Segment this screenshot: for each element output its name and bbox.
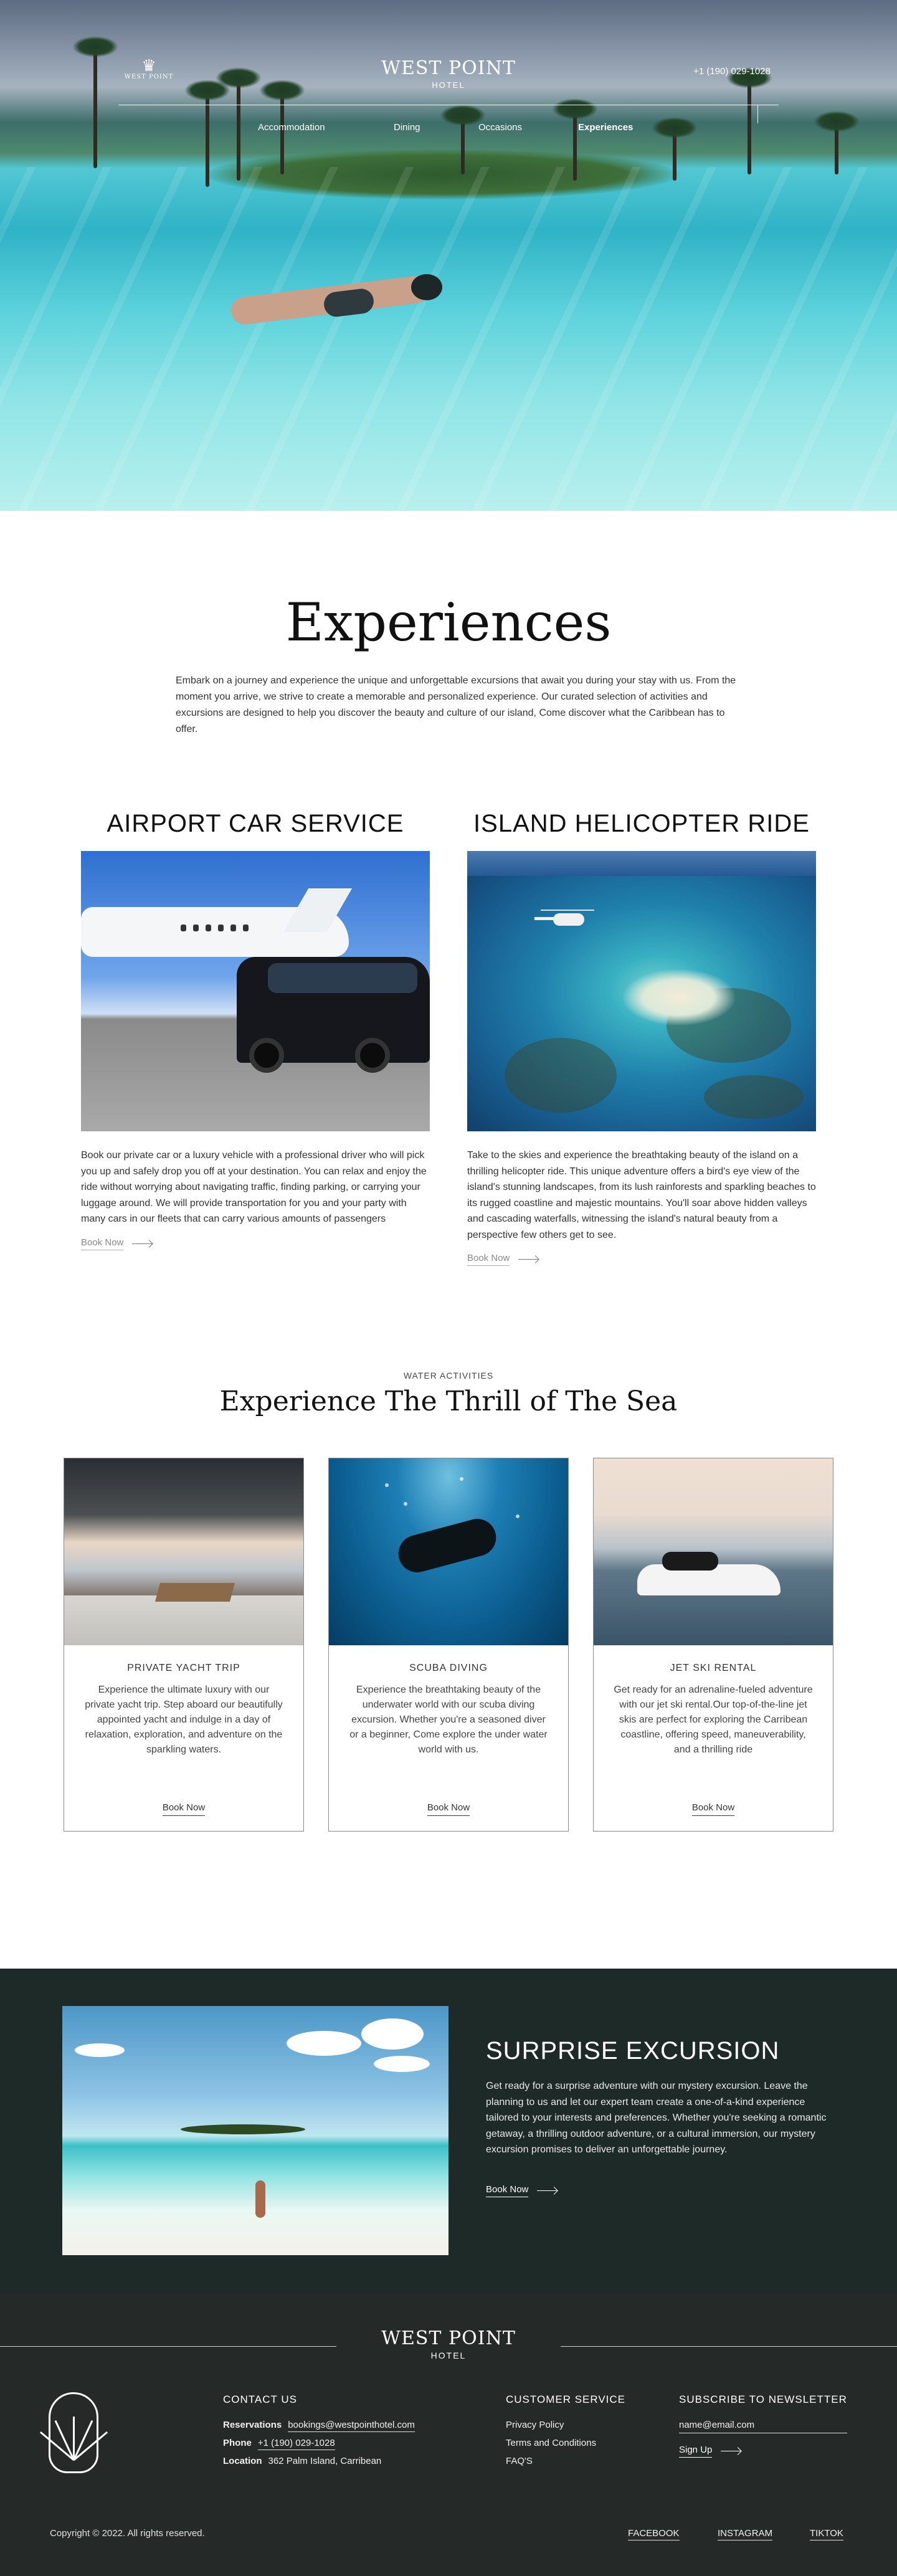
surprise-title: SURPRISE EXCURSION: [486, 2037, 780, 2065]
crest-icon: ♛: [141, 56, 156, 75]
book-now-link[interactable]: Book Now: [486, 2184, 558, 2197]
card-book-now-button[interactable]: Book Now: [427, 1802, 470, 1816]
header-logo[interactable]: ♛ WEST POINT: [122, 57, 176, 80]
services-section: AIRPORT CAR SERVICE Book our private car…: [0, 760, 897, 1371]
header-divider-vertical: [757, 105, 758, 123]
book-now-label: Book Now: [427, 1802, 470, 1816]
site-header: ♛ WEST POINT WEST POINT HOTEL +1 (190) 0…: [0, 0, 897, 150]
customer-service-column: CUSTOMER SERVICE Privacy Policy Terms an…: [506, 2393, 625, 2474]
terms-link[interactable]: Terms and Conditions: [506, 2438, 596, 2448]
contact-column: CONTACT US Reservations bookings@westpoin…: [223, 2393, 415, 2474]
book-now-link[interactable]: Book Now: [81, 1237, 430, 1250]
logo-text: WEST POINT: [124, 74, 174, 80]
surprise-text: Get ready for a surprise adventure with …: [486, 2081, 827, 2155]
book-now-label: Book Now: [467, 1253, 510, 1266]
brand-title[interactable]: WEST POINT HOTEL: [355, 57, 542, 90]
book-now-label: Book Now: [162, 1802, 206, 1816]
card-book-now-button[interactable]: Book Now: [691, 1802, 735, 1816]
hotel-crest-icon: [39, 2392, 108, 2473]
surprise-excursion-section: SURPRISE EXCURSION Get ready for a surpr…: [0, 1969, 897, 2293]
sign-up-button[interactable]: Sign Up: [679, 2445, 847, 2458]
beach-image: [62, 2006, 448, 2255]
intro-text: Embark on a journey and experience the u…: [176, 675, 736, 734]
card-text: Experience the ultimate luxury with our …: [85, 1685, 283, 1755]
page-title: Experiences: [285, 592, 612, 653]
snorkeler-image: [187, 268, 448, 336]
service-title: AIRPORT CAR SERVICE: [107, 810, 404, 837]
section-eyebrow: WATER ACTIVITIES: [403, 1371, 494, 1381]
faq-link[interactable]: FAQ'S: [506, 2456, 533, 2466]
hero-section: ♛ WEST POINT WEST POINT HOTEL +1 (190) 0…: [0, 0, 897, 511]
card-title: JET SKI RENTAL: [670, 1663, 757, 1673]
nav-item-occasions[interactable]: Occasions: [478, 122, 522, 133]
activity-card-scuba: SCUBA DIVING Experience the breathtaking…: [328, 1458, 569, 1832]
sea-water: [0, 167, 897, 511]
header-phone-link[interactable]: +1 (190) 029-1028: [679, 66, 785, 77]
site-footer: WEST POINT HOTEL CONTACT US Reservations…: [0, 2293, 897, 2576]
location-label: Location: [223, 2456, 262, 2466]
instagram-link[interactable]: INSTAGRAM: [718, 2528, 773, 2540]
footer-divider: [561, 2346, 897, 2347]
card-title: PRIVATE YACHT TRIP: [127, 1663, 240, 1673]
main-nav: Accommodation Dining Occasions Experienc…: [0, 122, 897, 137]
arrow-right-icon: [537, 2190, 558, 2191]
service-airport-car: AIRPORT CAR SERVICE Book our private car…: [81, 810, 430, 1250]
service-description: Take to the skies and experience the bre…: [467, 1150, 816, 1240]
card-text: Get ready for an adrenaline-fueled adven…: [614, 1685, 813, 1755]
card-title: SCUBA DIVING: [409, 1663, 488, 1673]
sign-up-label: Sign Up: [679, 2445, 713, 2458]
book-now-link[interactable]: Book Now: [467, 1253, 816, 1266]
reservations-label: Reservations: [223, 2420, 282, 2430]
service-title: ISLAND HELICOPTER RIDE: [473, 810, 810, 837]
footer-divider: [0, 2346, 336, 2347]
service-description: Book our private car or a luxury vehicle…: [81, 1150, 427, 1224]
activity-card-jetski: JET SKI RENTAL Get ready for an adrenali…: [593, 1458, 833, 1832]
brand-sub: HOTEL: [432, 80, 465, 90]
brand-name: WEST POINT: [381, 57, 516, 79]
contact-heading: CONTACT US: [223, 2393, 297, 2405]
activity-card-yacht: PRIVATE YACHT TRIP Experience the ultima…: [64, 1458, 304, 1832]
arrow-right-icon: [132, 1243, 153, 1244]
privacy-policy-link[interactable]: Privacy Policy: [506, 2420, 564, 2430]
book-now-label: Book Now: [691, 1802, 735, 1816]
tiktok-link[interactable]: TIKTOK: [810, 2528, 843, 2540]
newsletter-heading: SUBSCRIBE TO NEWSLETTER: [679, 2393, 847, 2405]
brand-name: WEST POINT: [381, 2327, 516, 2349]
customer-service-heading: CUSTOMER SERVICE: [506, 2393, 626, 2405]
card-book-now-button[interactable]: Book Now: [162, 1802, 206, 1816]
copyright-text: Copyright © 2022. All rights reserved.: [50, 2528, 205, 2539]
intro-section: Experiences Embark on a journey and expe…: [0, 511, 897, 760]
nav-item-experiences[interactable]: Experiences: [578, 122, 633, 133]
airport-car-image: [81, 851, 430, 1131]
helicopter-image: [467, 851, 816, 1131]
phone-link[interactable]: +1 (190) 029-1028: [257, 2438, 335, 2450]
reservations-email-link[interactable]: bookings@westpointhotel.com: [288, 2420, 415, 2432]
location-value: 362 Palm Island, Carribean: [268, 2456, 382, 2466]
scuba-image: [329, 1458, 568, 1645]
book-now-label: Book Now: [81, 1237, 124, 1250]
service-helicopter-ride: ISLAND HELICOPTER RIDE Take to the skies…: [467, 810, 816, 1266]
facebook-link[interactable]: FACEBOOK: [628, 2528, 680, 2540]
card-text: Experience the breathtaking beauty of th…: [349, 1685, 548, 1755]
brand-sub: HOTEL: [430, 2350, 467, 2360]
book-now-label: Book Now: [486, 2184, 529, 2197]
section-title: Experience The Thrill of The Sea: [219, 1385, 678, 1417]
phone-label: Phone: [223, 2438, 252, 2448]
yacht-image: [64, 1458, 303, 1645]
jetski-image: [594, 1458, 833, 1645]
newsletter-email-input[interactable]: name@email.com: [679, 2420, 847, 2433]
nav-item-dining[interactable]: Dining: [394, 122, 420, 133]
footer-brand[interactable]: WEST POINT HOTEL: [355, 2327, 542, 2360]
nav-item-accommodation[interactable]: Accommodation: [258, 122, 325, 133]
water-activities-section: WATER ACTIVITIES Experience The Thrill o…: [0, 1371, 897, 1969]
newsletter-column: SUBSCRIBE TO NEWSLETTER name@email.com S…: [679, 2393, 847, 2458]
arrow-right-icon: [518, 1259, 539, 1260]
